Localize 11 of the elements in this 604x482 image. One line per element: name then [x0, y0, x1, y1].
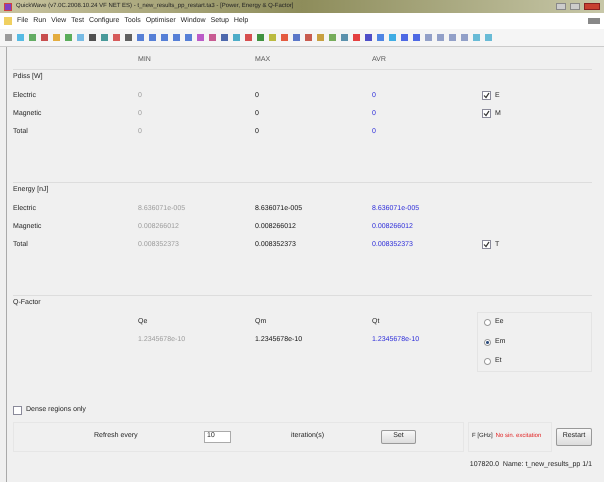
app-icon [4, 2, 12, 10]
radio-button[interactable] [484, 319, 491, 326]
minimize-button[interactable] [556, 3, 566, 10]
checkbox[interactable] [13, 406, 22, 415]
close-button[interactable] [584, 3, 600, 10]
maximize-button[interactable] [570, 3, 580, 10]
radio-button[interactable] [484, 338, 491, 346]
checkbox[interactable] [482, 240, 491, 250]
radio-button[interactable] [484, 358, 491, 365]
checkbox[interactable] [482, 91, 491, 100]
checkbox[interactable] [482, 109, 491, 118]
